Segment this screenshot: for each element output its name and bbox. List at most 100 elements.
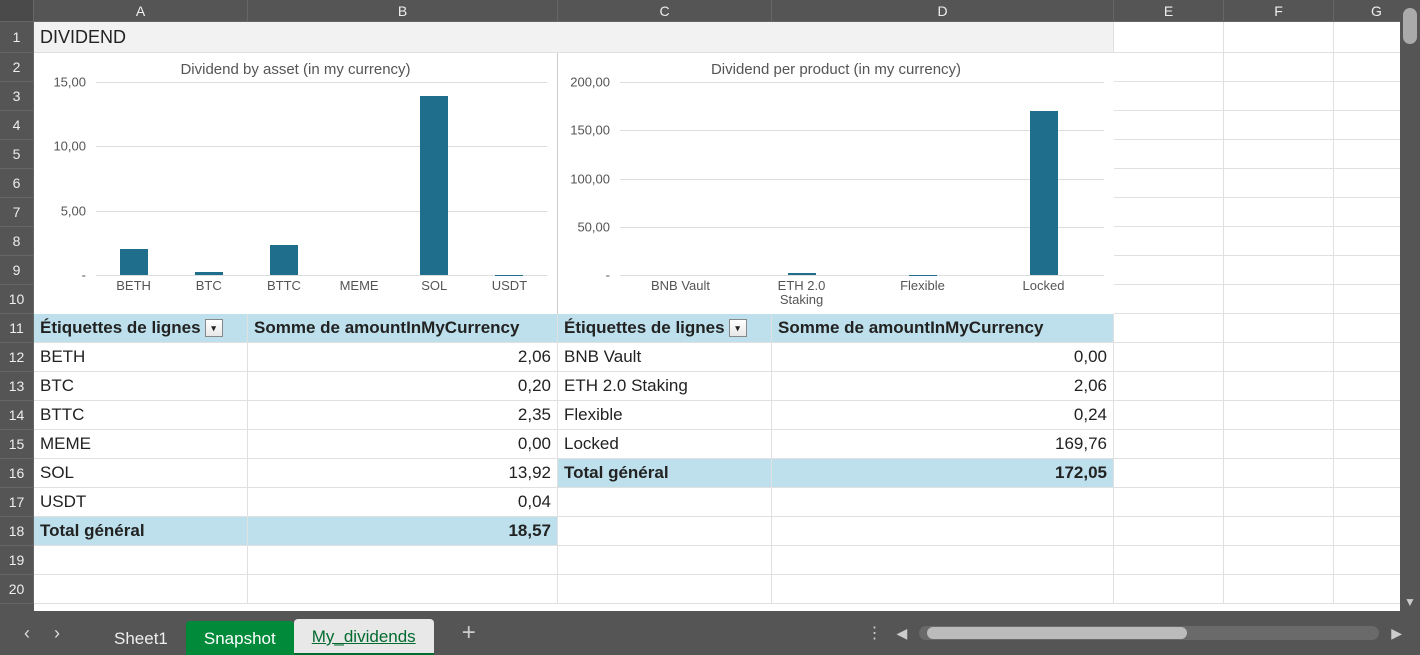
row-header-12[interactable]: 12 xyxy=(0,343,34,372)
grid-cell[interactable] xyxy=(1114,488,1224,517)
hscroll-left-icon[interactable]: ◀ xyxy=(896,625,907,642)
row-header-15[interactable]: 15 xyxy=(0,430,34,459)
pivot1-header-value[interactable]: Somme de amountInMyCurrency xyxy=(248,314,558,343)
grid-cell[interactable] xyxy=(1224,343,1334,372)
grid-cell[interactable] xyxy=(772,546,1114,575)
pivot2-row-value[interactable]: 0,00 xyxy=(772,343,1114,372)
col-header-A[interactable]: A xyxy=(34,0,248,22)
grid-cell[interactable] xyxy=(772,488,1114,517)
chart-1[interactable]: Dividend by asset (in my currency)-5,001… xyxy=(34,53,558,314)
grid-cell[interactable] xyxy=(1114,82,1224,111)
tab-snapshot[interactable]: Snapshot xyxy=(186,621,294,655)
grid-cell[interactable] xyxy=(1114,169,1224,198)
grid-cell[interactable] xyxy=(1114,140,1224,169)
tab-nav-next-icon[interactable]: › xyxy=(54,623,60,644)
chart-2[interactable]: Dividend per product (in my currency)-50… xyxy=(558,53,1114,314)
grid-cell[interactable] xyxy=(1224,22,1334,53)
pivot1-row-label[interactable]: BTTC xyxy=(34,401,248,430)
col-header-F[interactable]: F xyxy=(1224,0,1334,22)
pivot2-row-value[interactable]: 2,06 xyxy=(772,372,1114,401)
grid-cell[interactable] xyxy=(558,575,772,604)
grid-cell[interactable] xyxy=(1224,256,1334,285)
col-header-E[interactable]: E xyxy=(1114,0,1224,22)
grid-cell[interactable] xyxy=(1114,430,1224,459)
pivot2-row-value[interactable]: 0,24 xyxy=(772,401,1114,430)
grid-cell[interactable] xyxy=(772,517,1114,546)
hscroll-thumb[interactable] xyxy=(927,627,1187,639)
pivot1-row-label[interactable]: BTC xyxy=(34,372,248,401)
row-header-20[interactable]: 20 xyxy=(0,575,34,604)
grid-cell[interactable] xyxy=(34,546,248,575)
grid-cell[interactable] xyxy=(1114,517,1224,546)
grid-cell[interactable] xyxy=(1224,430,1334,459)
grid-cell[interactable] xyxy=(1224,546,1334,575)
grid-cell[interactable] xyxy=(1114,198,1224,227)
tab-nav-prev-icon[interactable]: ‹ xyxy=(24,623,30,644)
row-header-8[interactable]: 8 xyxy=(0,227,34,256)
pivot2-row-label[interactable]: Locked xyxy=(558,430,772,459)
pivot2-header-value[interactable]: Somme de amountInMyCurrency xyxy=(772,314,1114,343)
select-all-corner[interactable] xyxy=(0,0,34,22)
grid-cell[interactable] xyxy=(558,517,772,546)
hscroll-right-icon[interactable]: ▶ xyxy=(1391,625,1402,642)
grid-cell[interactable] xyxy=(1224,314,1334,343)
row-header-16[interactable]: 16 xyxy=(0,459,34,488)
pivot1-filter-button[interactable]: ▾ xyxy=(205,319,223,337)
grid-cell[interactable] xyxy=(34,575,248,604)
pivot1-row-value[interactable]: 0,00 xyxy=(248,430,558,459)
row-header-9[interactable]: 9 xyxy=(0,256,34,285)
pivot1-row-label[interactable]: MEME xyxy=(34,430,248,459)
pivot1-header-label[interactable]: Étiquettes de lignes▾ xyxy=(34,314,248,343)
pivot2-row-label[interactable]: BNB Vault xyxy=(558,343,772,372)
grid-cell[interactable] xyxy=(248,546,558,575)
row-header-19[interactable]: 19 xyxy=(0,546,34,575)
grid-cell[interactable] xyxy=(1114,256,1224,285)
vscroll-down-icon[interactable]: ▼ xyxy=(1400,595,1420,609)
tab-my-dividends[interactable]: My_dividends xyxy=(294,619,434,655)
grid-cell[interactable] xyxy=(1114,111,1224,140)
row-header-3[interactable]: 3 xyxy=(0,82,34,111)
grid-cell[interactable] xyxy=(1114,285,1224,314)
row-header-13[interactable]: 13 xyxy=(0,372,34,401)
pivot1-row-label[interactable]: SOL xyxy=(34,459,248,488)
row-header-14[interactable]: 14 xyxy=(0,401,34,430)
vscroll-thumb[interactable] xyxy=(1403,8,1417,44)
row-header-17[interactable]: 17 xyxy=(0,488,34,517)
row-header-1[interactable]: 1 xyxy=(0,22,34,53)
row-header-11[interactable]: 11 xyxy=(0,314,34,343)
pivot2-row-label[interactable]: Flexible xyxy=(558,401,772,430)
grid-cell[interactable] xyxy=(1114,314,1224,343)
row-header-6[interactable]: 6 xyxy=(0,169,34,198)
grid-cell[interactable] xyxy=(248,575,558,604)
pivot1-row-value[interactable]: 0,20 xyxy=(248,372,558,401)
grid-cell[interactable] xyxy=(1114,459,1224,488)
row-header-7[interactable]: 7 xyxy=(0,198,34,227)
vertical-scrollbar[interactable]: ▼ xyxy=(1400,0,1420,611)
grid-cell[interactable] xyxy=(1114,227,1224,256)
grid-cell[interactable] xyxy=(1114,22,1224,53)
grid-cell[interactable] xyxy=(1224,53,1334,82)
pivot1-total-label[interactable]: Total général xyxy=(34,517,248,546)
tab-overflow-icon[interactable]: ⋮ xyxy=(866,623,884,643)
grid-cell[interactable] xyxy=(1224,227,1334,256)
col-header-B[interactable]: B xyxy=(248,0,558,22)
col-header-D[interactable]: D xyxy=(772,0,1114,22)
cells-grid[interactable]: DIVIDENDÉtiquettes de lignes▾Somme de am… xyxy=(34,22,1420,611)
grid-cell[interactable] xyxy=(772,575,1114,604)
add-sheet-button[interactable]: + xyxy=(462,619,476,647)
grid-cell[interactable] xyxy=(1114,575,1224,604)
grid-cell[interactable] xyxy=(558,488,772,517)
col-header-C[interactable]: C xyxy=(558,0,772,22)
grid-cell[interactable] xyxy=(1224,111,1334,140)
grid-cell[interactable] xyxy=(1114,53,1224,82)
grid-cell[interactable] xyxy=(1224,575,1334,604)
pivot1-total-value[interactable]: 18,57 xyxy=(248,517,558,546)
grid-cell[interactable] xyxy=(1224,169,1334,198)
pivot2-total-label[interactable]: Total général xyxy=(558,459,772,488)
horizontal-scrollbar[interactable] xyxy=(919,626,1379,640)
pivot1-row-value[interactable]: 2,06 xyxy=(248,343,558,372)
grid-cell[interactable] xyxy=(1114,401,1224,430)
grid-cell[interactable] xyxy=(1224,401,1334,430)
row-header-4[interactable]: 4 xyxy=(0,111,34,140)
row-header-2[interactable]: 2 xyxy=(0,53,34,82)
